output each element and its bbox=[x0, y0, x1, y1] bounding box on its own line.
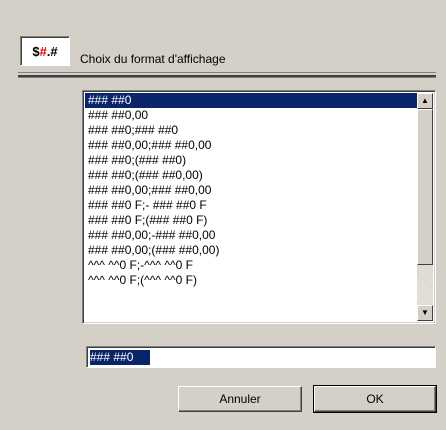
separator-line bbox=[18, 72, 436, 73]
list-item[interactable]: ### ##0;(### ##0,00) bbox=[85, 168, 417, 183]
list-item[interactable]: ### ##0,00;### ##0,00 bbox=[85, 183, 417, 198]
format-list-items: ### ##0 ### ##0,00 ### ##0;### ##0 ### ##0,… bbox=[85, 93, 417, 288]
list-item[interactable]: ### ##0;(### ##0) bbox=[85, 153, 417, 168]
scroll-thumb[interactable] bbox=[417, 109, 433, 265]
list-item[interactable]: ### ##0,00;-### ##0,00 bbox=[85, 228, 417, 243]
format-field[interactable] bbox=[90, 349, 420, 365]
list-item[interactable]: ### ##0,00;(### ##0,00) bbox=[85, 243, 417, 258]
format-field-container bbox=[86, 346, 436, 368]
scroll-down-button[interactable]: ▼ bbox=[417, 305, 433, 321]
currency-format-icon: $ #. # bbox=[20, 36, 70, 66]
list-item[interactable]: ### ##0 F;- ### ##0 F bbox=[85, 198, 417, 213]
list-item[interactable]: ### ##0 F;(### ##0 F) bbox=[85, 213, 417, 228]
list-item[interactable]: ### ##0 bbox=[85, 93, 417, 108]
list-item[interactable]: ### ##0;### ##0 bbox=[85, 123, 417, 138]
format-list[interactable]: ### ##0 ### ##0,00 ### ##0;### ##0 ### ##0,… bbox=[82, 90, 436, 324]
separator-line bbox=[18, 77, 436, 78]
list-item[interactable]: ### ##0,00;### ##0,00 bbox=[85, 138, 417, 153]
list-item[interactable]: ### ##0,00 bbox=[85, 108, 417, 123]
dialog-title: Choix du format d'affichage bbox=[80, 52, 226, 66]
scroll-up-button[interactable]: ▲ bbox=[417, 93, 433, 109]
ok-button[interactable]: OK bbox=[313, 385, 437, 413]
cancel-button[interactable]: Annuler bbox=[178, 386, 302, 412]
arrow-up-icon: ▲ bbox=[421, 96, 429, 105]
arrow-down-icon: ▼ bbox=[421, 308, 429, 317]
list-item[interactable]: ^^^ ^^0 F;-^^^ ^^0 F bbox=[85, 258, 417, 273]
list-scrollbar[interactable]: ▲ ▼ bbox=[417, 93, 433, 321]
list-item[interactable]: ^^^ ^^0 F;(^^^ ^^0 F) bbox=[85, 273, 417, 288]
format-dialog: $ #. # Choix du format d'affichage ### ##0… bbox=[0, 0, 446, 430]
